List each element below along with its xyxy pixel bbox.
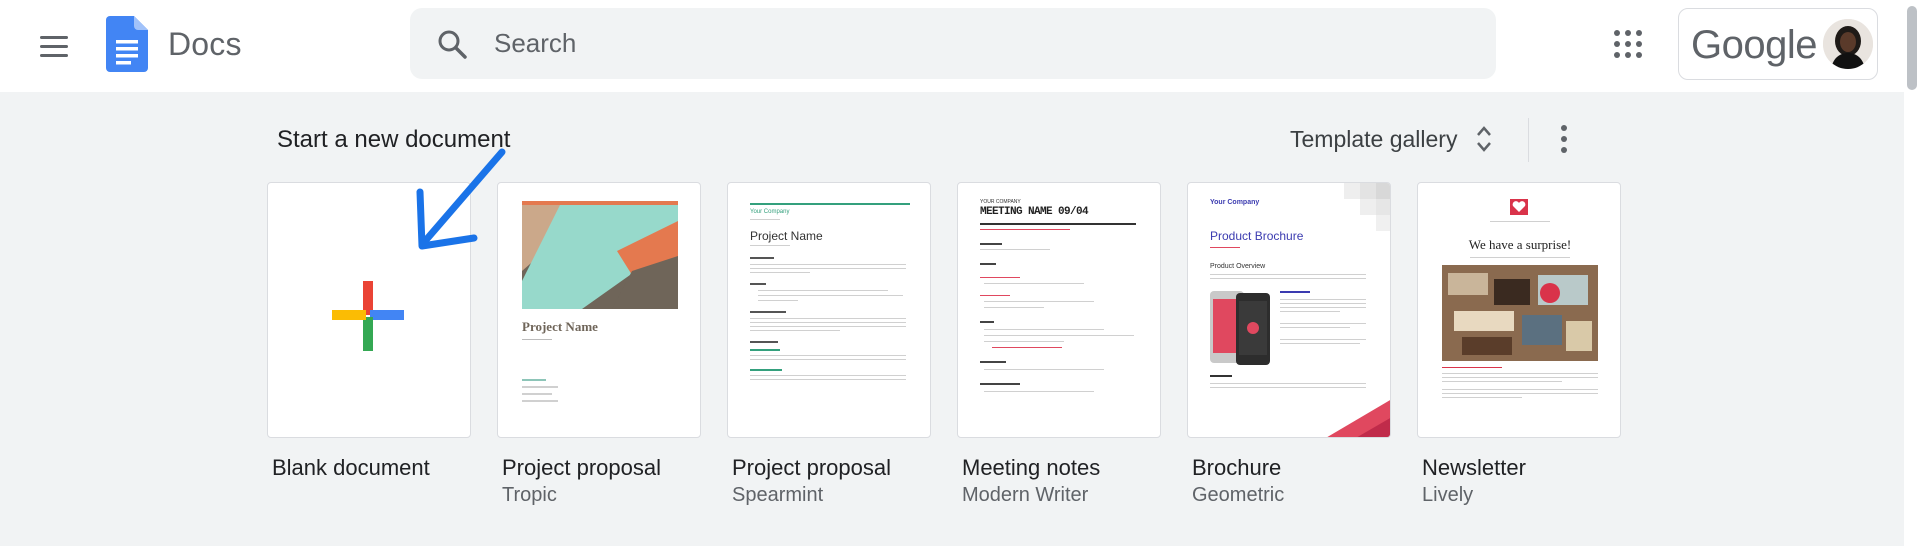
- template-card-modern-writer[interactable]: YOUR COMPANY MEETING NAME 09/04: [957, 182, 1161, 438]
- template-label-blank[interactable]: Blank document: [272, 455, 430, 481]
- unfold-icon: [1477, 126, 1492, 152]
- brochure-subtitle: Product Overview: [1210, 263, 1266, 270]
- tropic-title: Project Name: [522, 319, 598, 334]
- plus-icon: [332, 281, 404, 351]
- template-card-geometric[interactable]: Your Company Product Brochure Product Ov…: [1187, 182, 1391, 438]
- template-label-modern-writer[interactable]: Meeting notes: [962, 455, 1100, 481]
- search-bar[interactable]: [410, 8, 1496, 79]
- template-theme-lively: Lively: [1422, 484, 1474, 506]
- geometric-corner: [1327, 400, 1390, 437]
- template-gallery-button[interactable]: Template gallery: [1290, 118, 1493, 160]
- template-card-spearmint[interactable]: Your Company Project Name: [727, 182, 931, 438]
- avatar[interactable]: [1823, 19, 1873, 69]
- spearmint-company: Your Company: [750, 209, 790, 215]
- newsletter-photo: [1442, 265, 1598, 361]
- search-input[interactable]: [494, 22, 1474, 64]
- google-logo: Google: [1691, 23, 1817, 67]
- heart-logo-icon: [1510, 199, 1528, 215]
- template-label-geometric[interactable]: Brochure: [1192, 455, 1281, 481]
- top-bar: Docs Google: [0, 0, 1920, 92]
- phones-image: [1210, 291, 1270, 365]
- template-card-tropic[interactable]: Project Name: [497, 182, 701, 438]
- brochure-company: Your Company: [1210, 199, 1260, 206]
- search-icon[interactable]: [436, 28, 468, 60]
- geometric-pattern: [1344, 183, 1390, 231]
- app-title[interactable]: Docs: [168, 26, 242, 63]
- template-theme-geometric: Geometric: [1192, 484, 1285, 506]
- template-theme-spearmint: Spearmint: [732, 484, 824, 506]
- meeting-company: YOUR COMPANY: [980, 199, 1021, 205]
- newsletter-title: We have a surprise!: [1468, 237, 1572, 252]
- menu-icon[interactable]: [34, 26, 74, 66]
- annotation-arrow-icon: [416, 148, 506, 250]
- template-theme-modern-writer: Modern Writer: [962, 484, 1089, 506]
- spearmint-title: Project Name: [750, 229, 823, 243]
- template-gallery-label: Template gallery: [1290, 125, 1458, 152]
- template-card-lively[interactable]: We have a surprise!: [1417, 182, 1621, 438]
- apps-grid-icon[interactable]: [1614, 30, 1642, 58]
- template-label-tropic[interactable]: Project proposal: [502, 455, 661, 481]
- docs-logo-icon[interactable]: [106, 16, 148, 72]
- scrollbar-thumb[interactable]: [1907, 6, 1917, 90]
- more-vert-icon[interactable]: [1552, 118, 1576, 160]
- divider: [1528, 118, 1529, 162]
- brochure-title: Product Brochure: [1210, 229, 1304, 243]
- tropic-cover-image: [522, 201, 678, 309]
- template-theme-tropic: Tropic: [502, 484, 557, 506]
- template-label-lively[interactable]: Newsletter: [1422, 455, 1526, 481]
- account-button[interactable]: Google: [1678, 8, 1878, 80]
- meeting-title: MEETING NAME 09/04: [980, 206, 1089, 218]
- template-label-spearmint[interactable]: Project proposal: [732, 455, 891, 481]
